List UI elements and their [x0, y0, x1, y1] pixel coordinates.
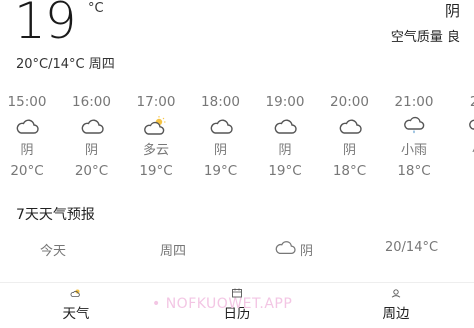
- watermark: • NOFKUOWET.APP: [152, 296, 292, 312]
- hourly-item: 16:00 阴20°C: [62, 93, 122, 182]
- forecast-row[interactable]: 今天 周四 阴 20/14°C: [0, 236, 474, 262]
- hour-time: 18:00: [191, 93, 251, 111]
- hour-temperature: 18°C: [320, 160, 380, 182]
- partly-cloudy-icon: [126, 111, 186, 141]
- temperature-unit: °C: [88, 1, 104, 16]
- hourly-item: 21:00 小雨18°C: [384, 93, 444, 182]
- tab-weather[interactable]: 天气: [46, 286, 106, 322]
- hour-temperature: 20°C: [0, 160, 57, 182]
- forecast-condition: 阴: [300, 240, 313, 259]
- hour-condition: 多云: [126, 141, 186, 160]
- hour-condition: 阴: [0, 141, 57, 160]
- current-condition: 阴: [445, 0, 460, 21]
- hour-time: 15:00: [0, 93, 57, 111]
- forecast-temp-range: 20/14°C: [385, 240, 438, 255]
- hour-condition: 阴: [255, 141, 315, 160]
- hour-temperature: [449, 160, 474, 182]
- nearby-tab-icon: [366, 286, 426, 300]
- tab-label: 天气: [46, 302, 106, 322]
- light-rain-icon: [384, 111, 444, 141]
- hour-temperature: 19°C: [126, 160, 186, 182]
- hourly-item: 17:00 多云19°C: [126, 93, 186, 182]
- hour-time: 17:00: [126, 93, 186, 111]
- light-rain-icon: [449, 111, 474, 141]
- hour-condition: 小雨: [384, 141, 444, 160]
- forecast-weekday: 周四: [160, 240, 186, 259]
- cloud-icon: [191, 111, 251, 141]
- hour-condition: 小: [449, 141, 474, 160]
- hourly-forecast[interactable]: 15:00阴20°C16:00阴20°C17:00多云19°C18:00阴19°…: [0, 93, 474, 185]
- hour-temperature: 19°C: [191, 160, 251, 182]
- air-quality: 空气质量 良: [391, 26, 460, 45]
- hour-time: 19:00: [255, 93, 315, 111]
- cloud-icon: [0, 111, 57, 141]
- hour-time: 22: [449, 93, 474, 111]
- hour-condition: 阴: [320, 141, 380, 160]
- hour-condition: 阴: [191, 141, 251, 160]
- cloud-icon: [255, 111, 315, 141]
- cloud-icon: [273, 237, 297, 261]
- hourly-item: 20:00 阴18°C: [320, 93, 380, 182]
- weather-tab-icon: [46, 286, 106, 300]
- hour-time: 16:00: [62, 93, 122, 111]
- hour-time: 20:00: [320, 93, 380, 111]
- hour-temperature: 20°C: [62, 160, 122, 182]
- today-range: 20°C/14°C 周四: [16, 53, 115, 72]
- current-temperature: 19: [14, 0, 76, 50]
- hourly-item: 22 小: [449, 93, 474, 182]
- cloud-icon: [62, 111, 122, 141]
- hourly-item: 15:00 阴20°C: [0, 93, 57, 182]
- hour-condition: 阴: [62, 141, 122, 160]
- tab-label: 周边: [366, 302, 426, 322]
- seven-day-forecast-title: 7天天气预报: [16, 204, 95, 224]
- hourly-item: 18:00 阴19°C: [191, 93, 251, 182]
- tab-nearby[interactable]: 周边: [366, 286, 426, 322]
- cloud-icon: [320, 111, 380, 141]
- forecast-day: 今天: [40, 240, 66, 259]
- hour-temperature: 18°C: [384, 160, 444, 182]
- hour-temperature: 19°C: [255, 160, 315, 182]
- hour-time: 21:00: [384, 93, 444, 111]
- hourly-item: 19:00 阴19°C: [255, 93, 315, 182]
